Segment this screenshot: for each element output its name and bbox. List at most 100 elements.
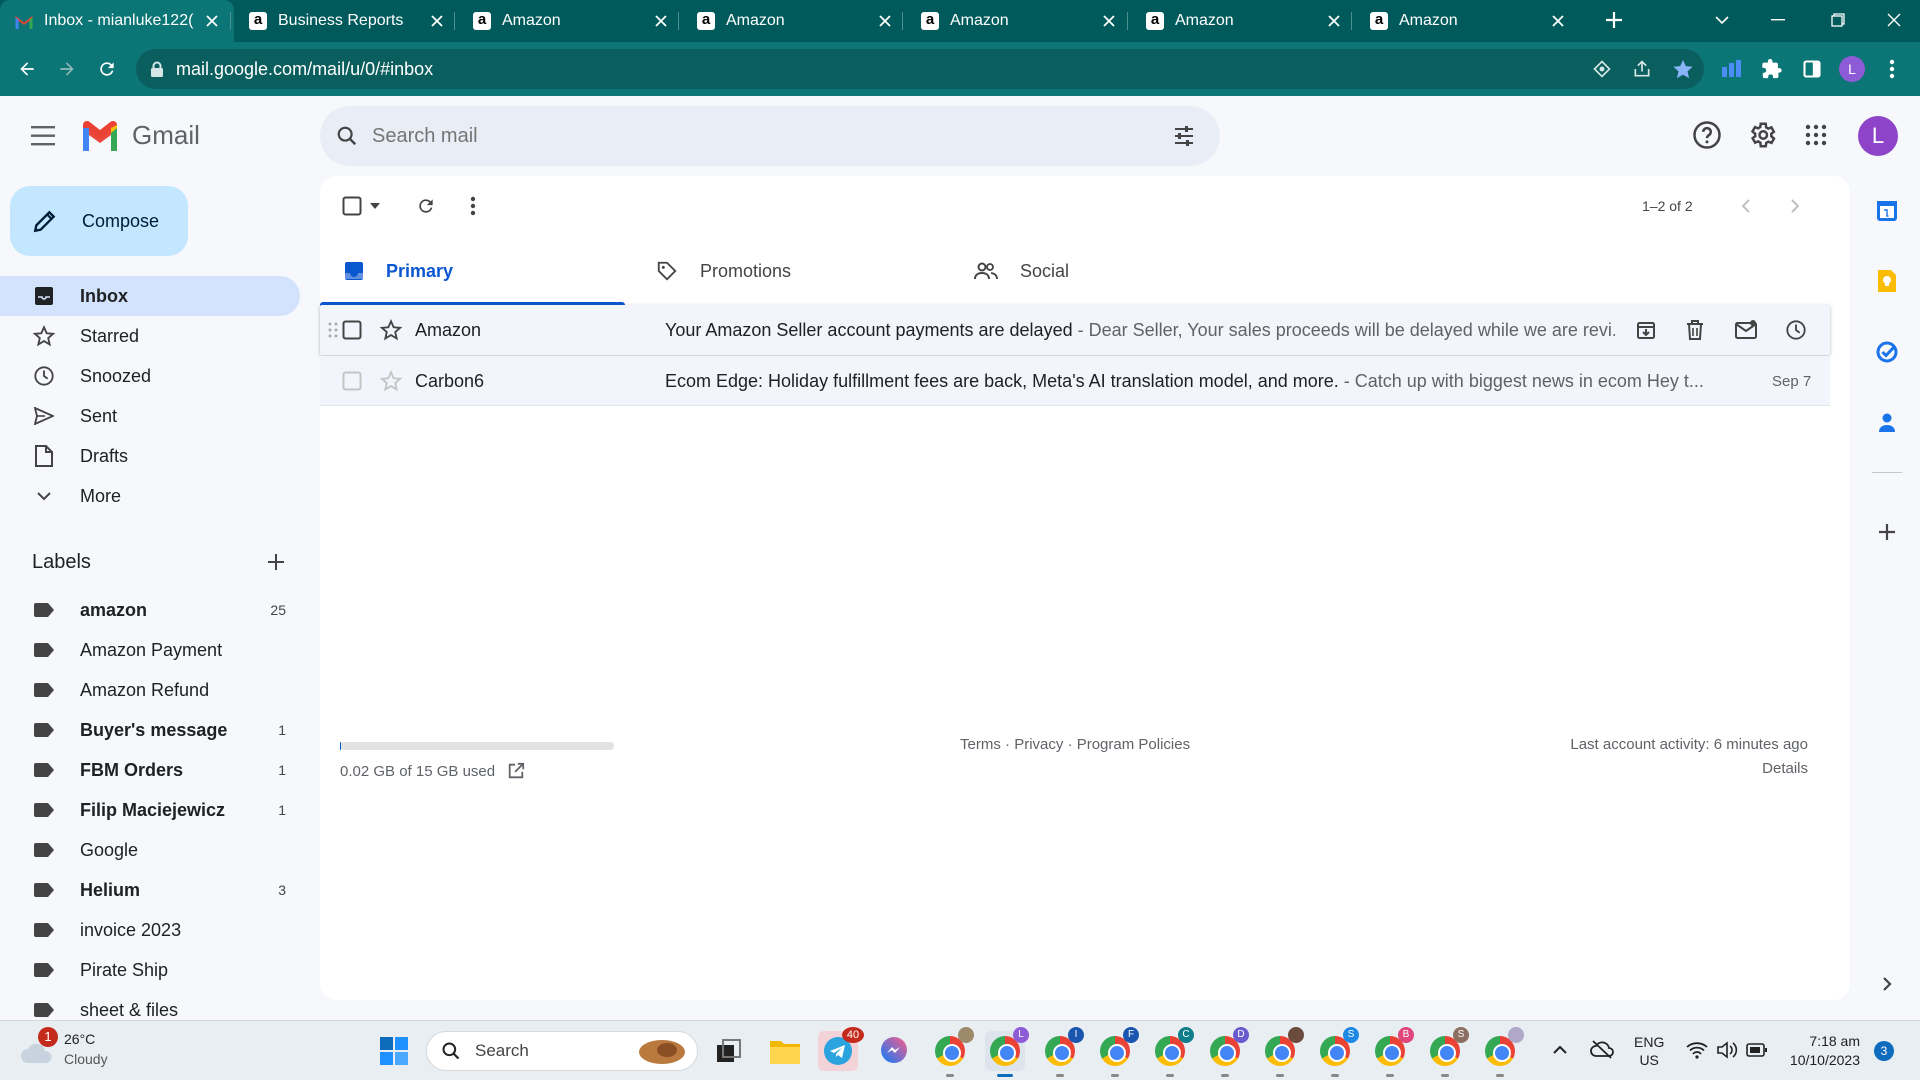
delete-icon[interactable]	[1686, 320, 1704, 340]
windows-start-icon[interactable]	[374, 1031, 414, 1071]
drag-handle-icon[interactable]	[328, 322, 338, 338]
tab-social[interactable]: Social	[952, 236, 1257, 306]
tab-search-icon[interactable]	[1708, 0, 1736, 40]
search-options-icon[interactable]	[1172, 124, 1196, 148]
nav-item-inbox[interactable]: Inbox	[0, 276, 300, 316]
side-panel-icon[interactable]	[1796, 53, 1828, 85]
browser-tab[interactable]: a Amazon	[906, 0, 1131, 42]
chrome-window-icon[interactable]: S	[1425, 1027, 1469, 1077]
onedrive-offline-icon[interactable]	[1590, 1039, 1614, 1059]
chrome-window-icon[interactable]: I	[1040, 1027, 1084, 1077]
volume-icon[interactable]	[1716, 1041, 1738, 1059]
close-tab-icon[interactable]	[198, 7, 226, 35]
battery-icon[interactable]	[1746, 1043, 1768, 1057]
program-policies-link[interactable]: Program Policies	[1077, 736, 1190, 753]
taskbar-search[interactable]: Search	[426, 1031, 698, 1071]
chrome-window-icon[interactable]: F	[1095, 1027, 1139, 1077]
restore-icon[interactable]	[1824, 0, 1852, 40]
new-tab-icon[interactable]	[1600, 0, 1628, 40]
mark-unread-icon[interactable]	[1735, 320, 1757, 340]
account-avatar[interactable]: L	[1858, 116, 1898, 156]
label-item[interactable]: invoice 2023	[0, 910, 300, 950]
email-row[interactable]: Carbon6 Ecom Edge: Holiday fulfillment f…	[320, 356, 1830, 406]
tab-primary[interactable]: Primary	[320, 236, 625, 306]
label-item[interactable]: Helium 3	[0, 870, 300, 910]
browser-tab[interactable]: a Amazon	[458, 0, 683, 42]
close-tab-icon[interactable]	[647, 7, 675, 35]
eye-icon[interactable]	[1592, 59, 1612, 79]
file-explorer-icon[interactable]	[765, 1031, 805, 1071]
browser-profile-avatar[interactable]: L	[1836, 53, 1868, 85]
search-icon[interactable]	[336, 125, 358, 147]
label-item[interactable]: Google	[0, 830, 300, 870]
nav-item-drafts[interactable]: Drafts	[0, 436, 300, 476]
label-item[interactable]: Filip Maciejewicz 1	[0, 790, 300, 830]
terms-link[interactable]: Terms	[960, 736, 1001, 753]
back-icon[interactable]	[11, 53, 43, 85]
snooze-icon[interactable]	[1785, 319, 1807, 341]
close-window-icon[interactable]	[1880, 0, 1908, 40]
browser-tab[interactable]: a Amazon	[1355, 0, 1580, 42]
extensions-puzzle-icon[interactable]	[1756, 53, 1788, 85]
tasks-icon[interactable]	[1872, 337, 1902, 367]
close-tab-icon[interactable]	[423, 7, 451, 35]
browser-tab[interactable]: a Business Reports	[234, 0, 459, 42]
weather-widget[interactable]: 1 26°C Cloudy	[20, 1027, 108, 1069]
bookmark-star-icon[interactable]	[1672, 58, 1694, 80]
email-row[interactable]: Amazon Your Amazon Seller account paymen…	[320, 305, 1830, 355]
next-page-icon[interactable]	[1789, 198, 1801, 214]
main-menu-icon[interactable]	[28, 120, 60, 152]
close-tab-icon[interactable]	[1095, 7, 1123, 35]
prev-page-icon[interactable]	[1740, 198, 1752, 214]
chrome-window-icon[interactable]: C	[1150, 1027, 1194, 1077]
close-tab-icon[interactable]	[1544, 7, 1572, 35]
label-item[interactable]: Amazon Payment	[0, 630, 300, 670]
chrome-window-icon[interactable]: S	[1315, 1027, 1359, 1077]
chrome-window-icon[interactable]	[1260, 1027, 1304, 1077]
tab-promotions[interactable]: Promotions	[636, 236, 941, 306]
row-checkbox-icon[interactable]	[342, 320, 362, 340]
open-in-new-icon[interactable]	[507, 762, 525, 780]
star-toggle-icon[interactable]	[380, 370, 402, 392]
keep-icon[interactable]	[1872, 266, 1902, 296]
search-input[interactable]	[372, 124, 1072, 148]
show-hidden-icons-icon[interactable]	[1552, 1043, 1568, 1055]
wifi-icon[interactable]	[1686, 1041, 1708, 1059]
row-checkbox-icon[interactable]	[342, 371, 362, 391]
browser-tab[interactable]: a Amazon	[1131, 0, 1356, 42]
chrome-window-icon[interactable]: L	[985, 1027, 1029, 1077]
close-tab-icon[interactable]	[871, 7, 899, 35]
details-link[interactable]: Details	[1570, 760, 1808, 777]
select-dropdown-icon[interactable]	[370, 203, 380, 209]
settings-gear-icon[interactable]	[1747, 120, 1777, 150]
label-item[interactable]: Pirate Ship	[0, 950, 300, 990]
refresh-icon[interactable]	[416, 196, 436, 216]
chrome-window-icon[interactable]	[930, 1027, 974, 1077]
help-icon[interactable]	[1692, 120, 1722, 150]
select-all-checkbox[interactable]	[342, 196, 380, 216]
privacy-link[interactable]: Privacy	[1014, 736, 1063, 753]
add-label-icon[interactable]	[266, 552, 286, 572]
archive-icon[interactable]	[1636, 320, 1656, 340]
compose-button[interactable]: Compose	[10, 186, 188, 256]
expand-side-panel-icon[interactable]	[1872, 969, 1902, 999]
contacts-icon[interactable]	[1872, 407, 1902, 437]
label-item[interactable]: Amazon Refund	[0, 670, 300, 710]
chrome-window-icon[interactable]: D	[1205, 1027, 1249, 1077]
nav-item-more[interactable]: More	[0, 476, 300, 516]
gmail-logo[interactable]: Gmail	[80, 120, 200, 151]
search-bar[interactable]	[320, 106, 1220, 166]
apps-grid-icon[interactable]	[1804, 123, 1828, 147]
reload-icon[interactable]	[91, 53, 123, 85]
browser-tab[interactable]: Inbox - mianluke122(	[0, 0, 234, 42]
browser-menu-icon[interactable]	[1876, 53, 1908, 85]
calendar-icon[interactable]	[1872, 196, 1902, 226]
address-bar[interactable]: mail.google.com/mail/u/0/#inbox	[136, 49, 1704, 89]
label-item[interactable]: Buyer's message 1	[0, 710, 300, 750]
nav-item-snoozed[interactable]: Snoozed	[0, 356, 300, 396]
star-toggle-icon[interactable]	[380, 319, 402, 341]
notification-badge[interactable]: 3	[1874, 1041, 1894, 1061]
telegram-icon[interactable]: 40	[818, 1027, 864, 1071]
minimize-icon[interactable]	[1764, 0, 1792, 40]
chrome-window-icon[interactable]: B	[1370, 1027, 1414, 1077]
